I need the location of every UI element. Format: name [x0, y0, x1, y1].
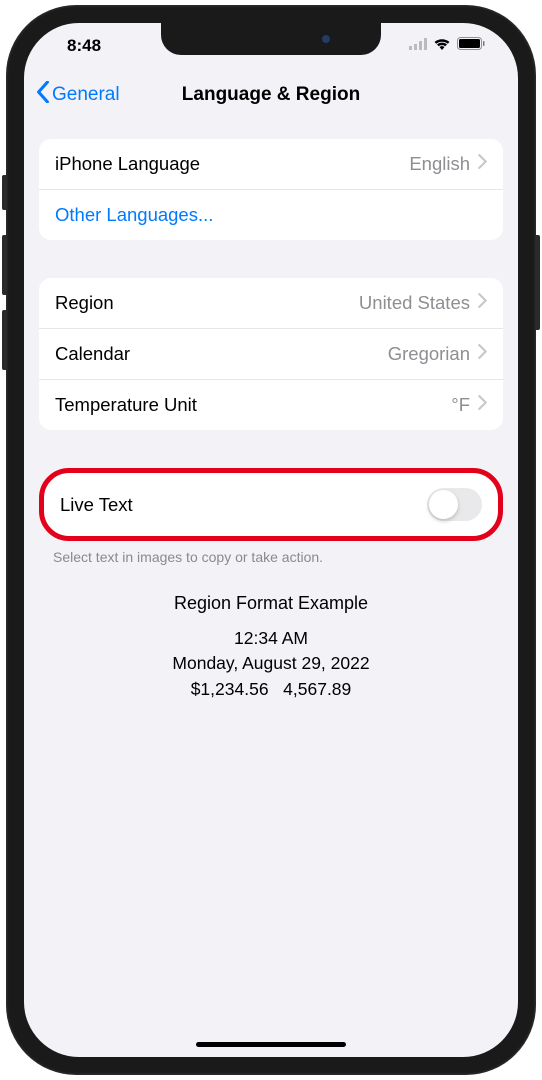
phone-side-buttons-right	[536, 235, 540, 330]
region-value: United States	[359, 292, 470, 314]
chevron-right-icon	[478, 344, 487, 364]
live-text-label: Live Text	[60, 494, 427, 516]
back-button[interactable]: General	[36, 81, 120, 109]
chevron-right-icon	[478, 154, 487, 174]
example-title: Region Format Example	[39, 593, 503, 614]
example-time: 12:34 AM	[39, 626, 503, 651]
temperature-value: °F	[451, 394, 470, 416]
region-row[interactable]: Region United States	[39, 278, 503, 329]
region-label: Region	[55, 292, 359, 314]
example-number: 4,567.89	[283, 679, 351, 699]
temperature-row[interactable]: Temperature Unit °F	[39, 380, 503, 430]
chevron-left-icon	[36, 81, 50, 109]
battery-icon	[457, 37, 485, 55]
settings-body: iPhone Language English Other Languages.…	[24, 121, 518, 702]
other-languages-row[interactable]: Other Languages...	[39, 190, 503, 240]
toggle-knob	[429, 490, 458, 519]
screen: 8:48 General	[24, 23, 518, 1057]
language-group: iPhone Language English Other Languages.…	[39, 139, 503, 240]
other-languages-label: Other Languages...	[55, 204, 213, 226]
calendar-label: Calendar	[55, 343, 388, 365]
temperature-label: Temperature Unit	[55, 394, 451, 416]
calendar-value: Gregorian	[388, 343, 470, 365]
status-time: 8:48	[67, 36, 101, 56]
chevron-right-icon	[478, 293, 487, 313]
region-group: Region United States Calendar Gregorian	[39, 278, 503, 430]
calendar-row[interactable]: Calendar Gregorian	[39, 329, 503, 380]
iphone-language-value: English	[409, 153, 470, 175]
iphone-language-row[interactable]: iPhone Language English	[39, 139, 503, 190]
status-icons	[409, 37, 485, 55]
content: General Language & Region iPhone Languag…	[24, 23, 518, 1057]
example-numbers: $1,234.56 4,567.89	[39, 677, 503, 702]
cellular-signal-icon	[409, 37, 427, 55]
page-title: Language & Region	[182, 84, 360, 106]
chevron-right-icon	[478, 395, 487, 415]
navigation-bar: General Language & Region	[24, 73, 518, 121]
live-text-row[interactable]: Live Text	[46, 475, 496, 534]
phone-frame: 8:48 General	[6, 5, 536, 1075]
example-date: Monday, August 29, 2022	[39, 651, 503, 676]
back-label: General	[52, 84, 120, 106]
iphone-language-label: iPhone Language	[55, 153, 409, 175]
front-camera-icon	[321, 34, 331, 44]
wifi-icon	[433, 37, 451, 55]
home-indicator[interactable]	[196, 1042, 346, 1047]
region-format-example: Region Format Example 12:34 AM Monday, A…	[39, 593, 503, 702]
phone-side-buttons-left	[2, 175, 6, 385]
live-text-footer: Select text in images to copy or take ac…	[39, 549, 503, 565]
live-text-highlight: Live Text	[39, 468, 503, 541]
live-text-toggle[interactable]	[427, 488, 482, 521]
example-currency: $1,234.56	[191, 679, 269, 699]
notch	[161, 23, 381, 55]
